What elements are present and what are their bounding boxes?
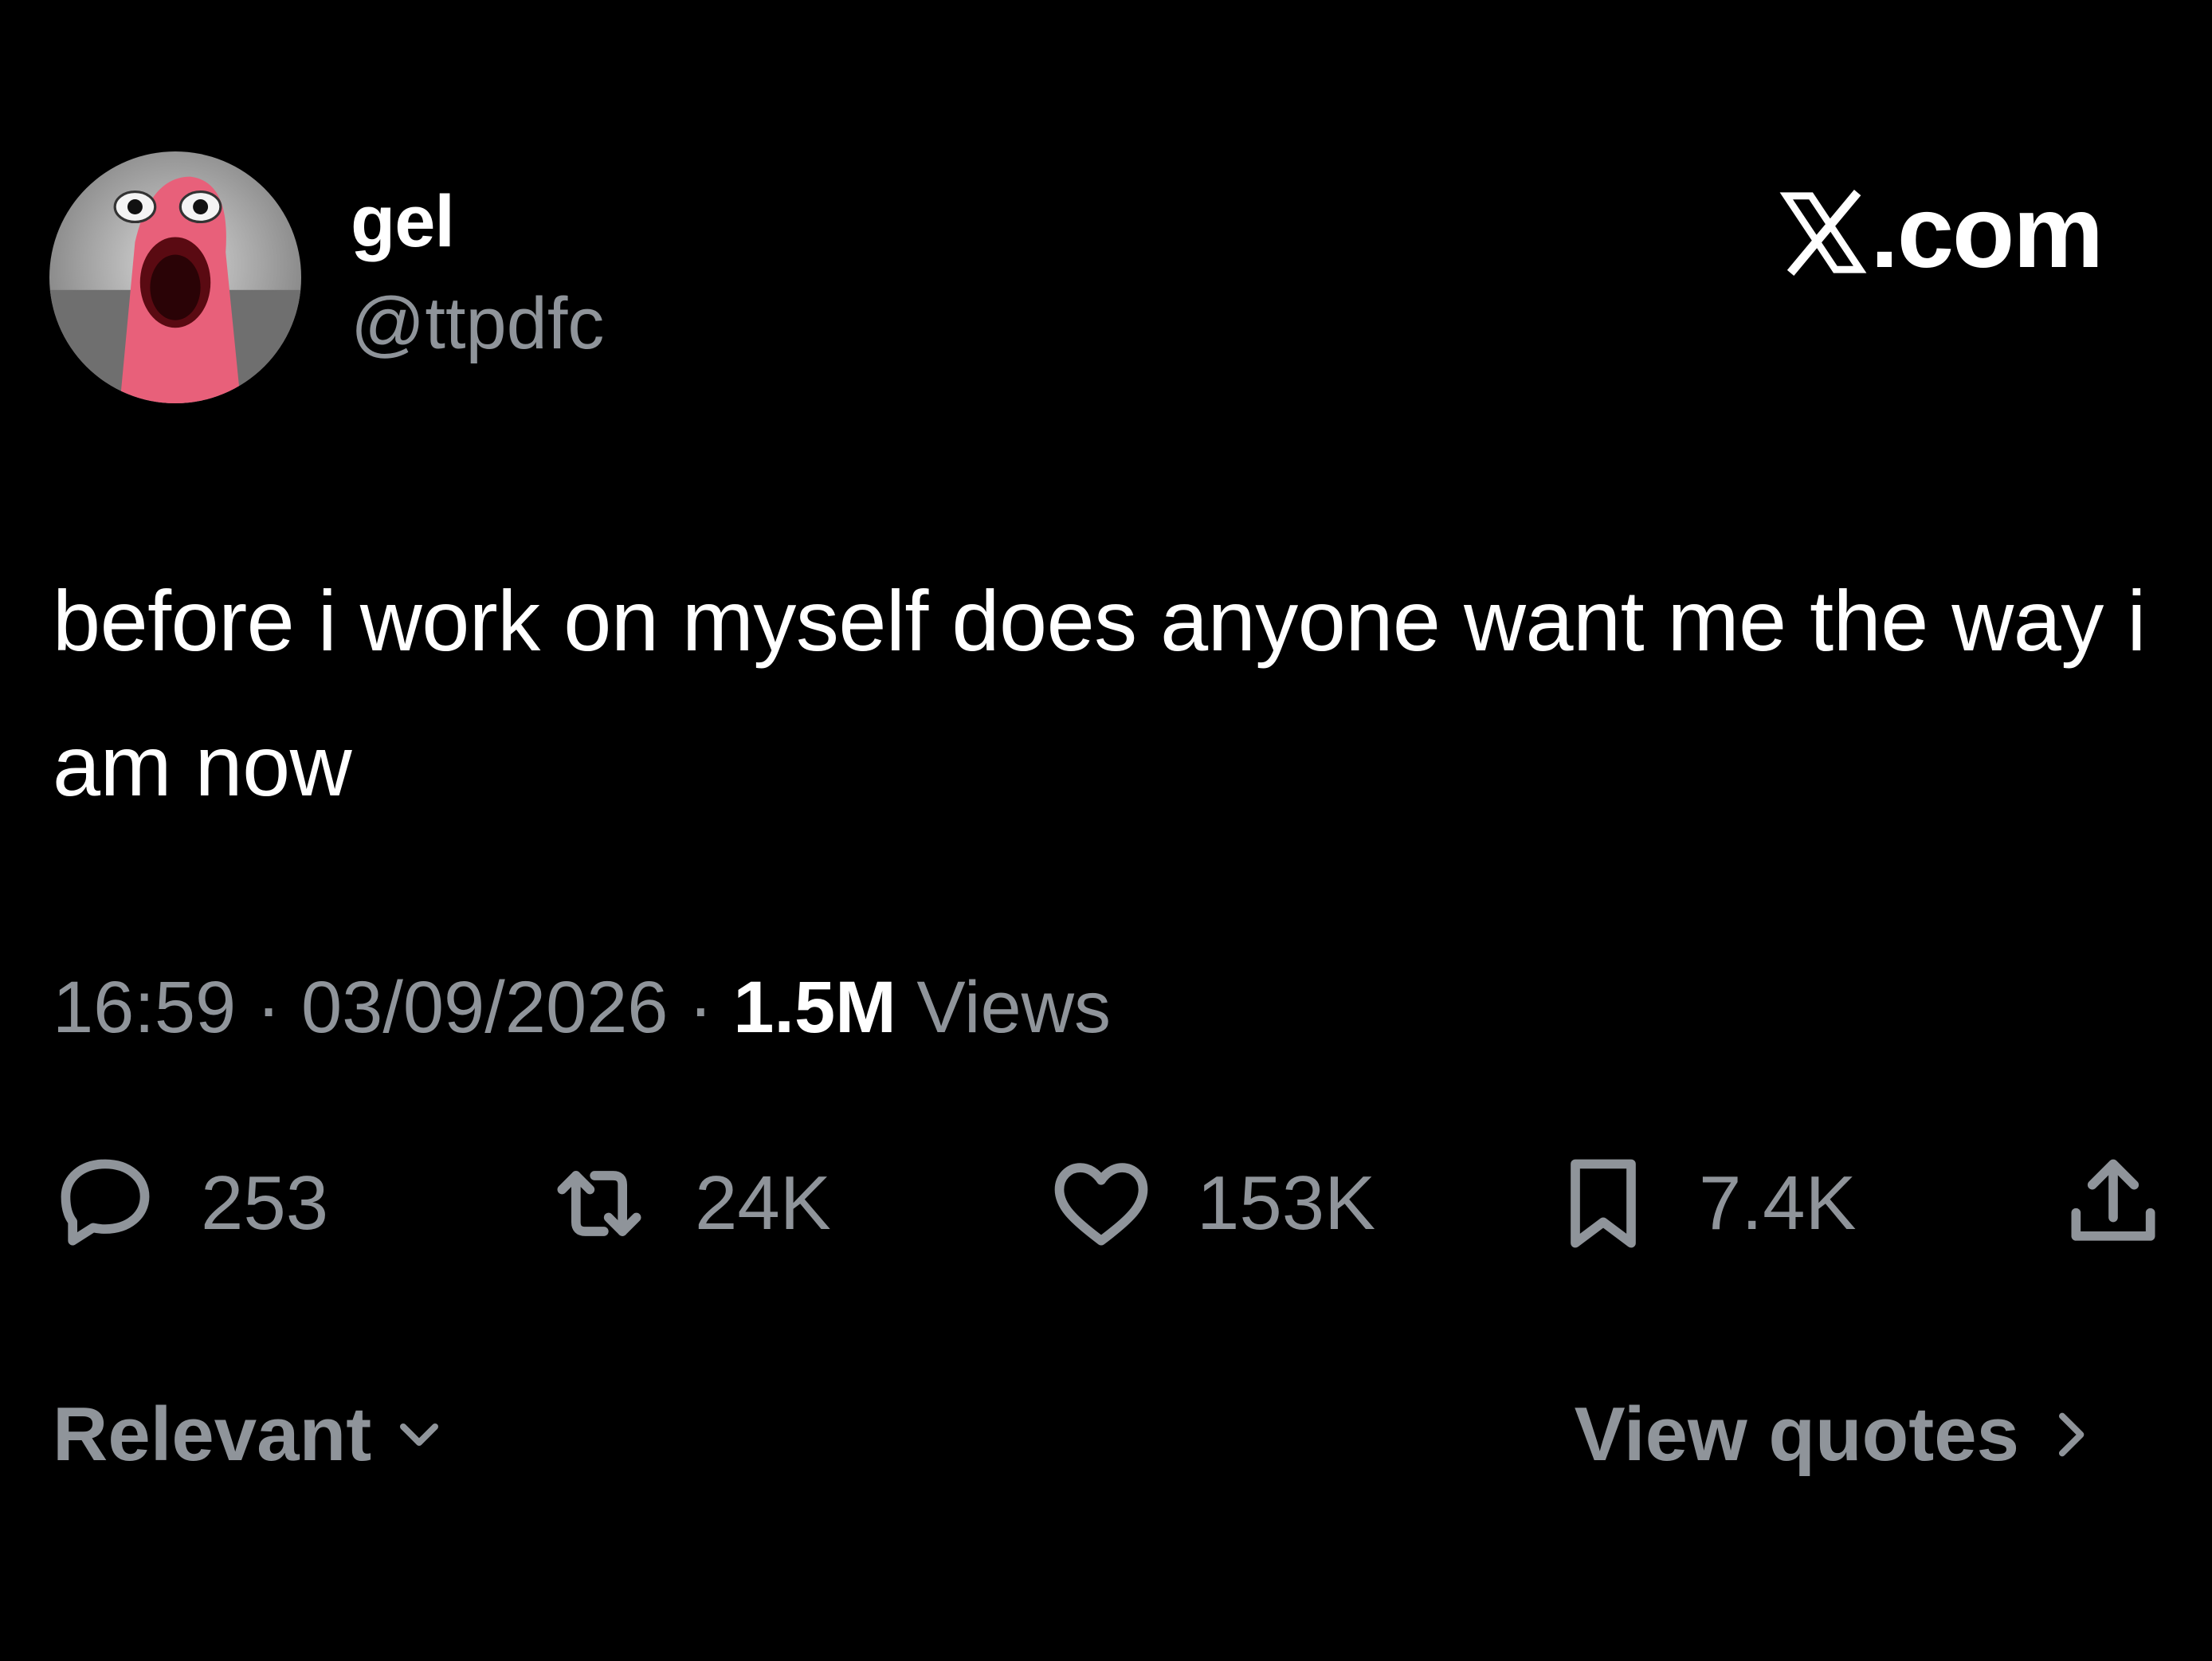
- brand-watermark: .com: [1779, 175, 2104, 289]
- action-bar: 253 24K 153K 7.4K: [49, 1148, 2169, 1259]
- reply-count: 253: [201, 1160, 329, 1246]
- heart-icon: [1054, 1163, 1148, 1246]
- repost-icon: [557, 1171, 641, 1236]
- tweet-date[interactable]: 03/09/2026: [301, 967, 668, 1048]
- meta-separator: ·: [256, 967, 281, 1048]
- meta-separator: ·: [688, 967, 713, 1048]
- tweet-time[interactable]: 16:59: [53, 967, 236, 1048]
- tweet-meta: 16:59 · 03/09/2026 · 1.5M Views: [53, 971, 1111, 1044]
- bookmark-button[interactable]: 7.4K: [1547, 1148, 1856, 1259]
- share-icon: [2071, 1159, 2155, 1241]
- like-count: 153K: [1197, 1160, 1376, 1246]
- views-count: 1.5M: [733, 967, 896, 1048]
- bookmark-count: 7.4K: [1699, 1160, 1857, 1246]
- user-handle[interactable]: @ttpdfc: [351, 287, 604, 360]
- view-quotes-link[interactable]: View quotes: [1575, 1396, 2102, 1473]
- screaming-pink-starfish-avatar-icon: [49, 151, 301, 403]
- bookmark-icon: [1571, 1159, 1636, 1248]
- sort-dropdown[interactable]: Relevant: [53, 1396, 451, 1473]
- display-name[interactable]: gel: [351, 185, 455, 258]
- x-logo-icon: [1779, 189, 1867, 277]
- repost-count: 24K: [695, 1160, 831, 1246]
- views-label: Views: [916, 967, 1112, 1048]
- tweet-text: before i work on myself does anyone want…: [53, 572, 2146, 814]
- like-button[interactable]: 153K: [1045, 1148, 1375, 1259]
- view-quotes-label: View quotes: [1574, 1392, 2019, 1477]
- repost-button[interactable]: 24K: [543, 1148, 831, 1259]
- reply-icon: [61, 1159, 150, 1246]
- reply-button[interactable]: 253: [49, 1148, 328, 1259]
- share-button[interactable]: [2057, 1148, 2169, 1259]
- sort-label: Relevant: [53, 1392, 372, 1477]
- brand-domain-label: .com: [1870, 175, 2104, 289]
- avatar[interactable]: [49, 151, 301, 403]
- chevron-right-icon: [2059, 1412, 2085, 1457]
- chevron-down-icon: [400, 1423, 439, 1446]
